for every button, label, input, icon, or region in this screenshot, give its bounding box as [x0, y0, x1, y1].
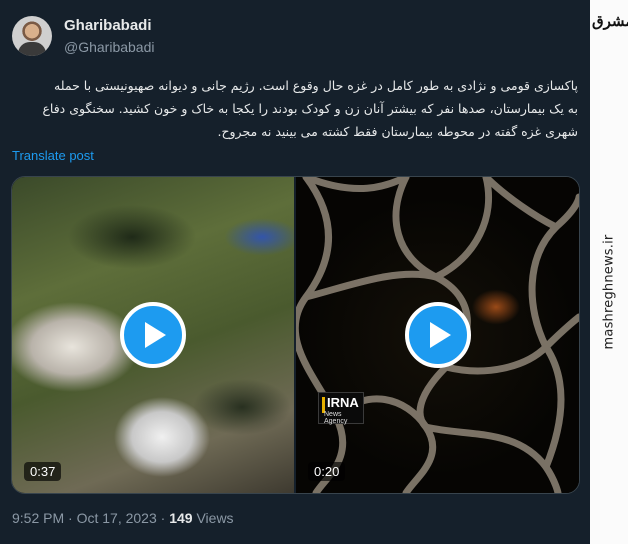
source-watermark-strip: مشرق mashreghnews.ir: [590, 0, 628, 544]
translate-post-link[interactable]: Translate post: [12, 148, 94, 163]
meta-separator: ·: [160, 510, 166, 526]
tweet-card: Gharibabadi @Gharibabadi پاکسازی قومی و …: [0, 0, 590, 544]
avatar[interactable]: [12, 16, 52, 56]
mashregh-logo: مشرق: [592, 12, 628, 30]
views-label: Views: [196, 510, 234, 526]
tweet-time[interactable]: 9:52 PM: [12, 510, 64, 526]
source-url-text: mashreghnews.ir: [601, 234, 617, 349]
video-duration: 0:20: [308, 462, 346, 481]
tweet-text-line: به یک بیمارستان، صدها نفر که بیشتر آنان …: [42, 101, 578, 116]
irna-subtitle: News Agency: [324, 411, 348, 425]
source-url: mashreghnews.ir: [592, 44, 626, 539]
irna-watermark-logo: IRNA News Agency: [318, 392, 364, 425]
video-2[interactable]: IRNA News Agency 0:20: [296, 177, 579, 493]
tweet-date[interactable]: Oct 17, 2023: [77, 510, 157, 526]
tweet-text: پاکسازی قومی و نژادی به طور کامل در غزه …: [12, 74, 578, 143]
views-count: 149: [169, 510, 193, 526]
tweet-text-line: شهری غزه گفته در محوطه بیمارستان فقط کشت…: [217, 124, 578, 139]
meta-separator: ·: [68, 510, 73, 526]
media-grid: 0:37 IRNA News Agency 0:20: [11, 176, 580, 494]
author-name[interactable]: Gharibabadi: [64, 17, 152, 34]
author-handle[interactable]: @Gharibabadi: [64, 39, 155, 55]
play-icon[interactable]: [120, 302, 186, 368]
video-1[interactable]: 0:37: [12, 177, 294, 493]
tweet-meta: 9:52 PM · Oct 17, 2023 · 149 Views: [12, 510, 234, 526]
video-duration: 0:37: [24, 462, 62, 481]
irna-brand: IRNA: [327, 395, 359, 410]
play-icon[interactable]: [405, 302, 471, 368]
tweet-text-line: پاکسازی قومی و نژادی به طور کامل در غزه …: [54, 78, 578, 93]
